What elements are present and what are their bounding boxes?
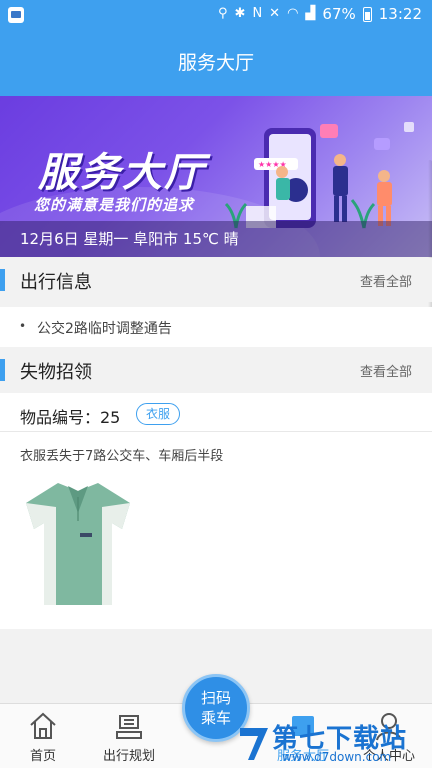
status-indicators: ⚲ ✱ N ✕ ◠ ▟ 67% 13:22 (218, 5, 422, 23)
section-accent-bar (0, 359, 5, 381)
notice-text: 公交2路临时调整通告 (37, 321, 172, 337)
travel-info-header: 出行信息 查看全部 (0, 258, 432, 302)
banner-slogan: 您的满意是我们的追求 (34, 196, 195, 214)
home-icon (30, 712, 56, 739)
item-description: 衣服丢失于7路公交车、车厢后半段 (20, 449, 224, 464)
travel-info-view-all-link[interactable]: 查看全部 (360, 271, 412, 290)
lost-found-header: 失物招领 查看全部 (0, 348, 432, 392)
travel-info-title: 出行信息 (20, 272, 92, 293)
divider (0, 431, 432, 432)
app-notification-icon (8, 7, 24, 23)
nav-home-label: 首页 (29, 749, 56, 764)
nav-route-planning[interactable]: 出行规划 (86, 704, 172, 768)
item-photo[interactable] (20, 477, 136, 609)
category-badge: 衣服 (136, 403, 181, 425)
app-header: ⚲ ✱ N ✕ ◠ ▟ 67% 13:22 服务大厅 (0, 0, 432, 96)
status-time: 13:22 (378, 5, 422, 23)
wifi-icon: ◠ (287, 6, 299, 21)
scan-label-line1: 扫码 (200, 689, 231, 707)
banner[interactable]: 服务大厅 您的满意是我们的追求 ★★★★ 12月6日 星期一 阜阳市 15℃ 晴 (0, 96, 432, 257)
bluetooth-icon: ✱ (234, 6, 246, 21)
nfc-icon: N (252, 6, 263, 21)
lost-found-title: 失物招领 (20, 362, 92, 383)
nav-home[interactable]: 首页 (0, 704, 86, 768)
bullet-icon: • (19, 319, 27, 333)
nav-route-label: 出行规划 (102, 749, 155, 764)
location-icon: ⚲ (218, 6, 228, 21)
route-icon (116, 715, 142, 739)
watermark-logo-icon (240, 728, 268, 760)
lost-item-card[interactable]: 物品编号：25 衣服 衣服丢失于7路公交车、车厢后半段 (0, 393, 432, 629)
watermark-url: www.d7down.com (282, 750, 392, 764)
status-bar: ⚲ ✱ N ✕ ◠ ▟ 67% 13:22 (0, 0, 432, 30)
signal-icon: ▟ (305, 6, 316, 21)
mute-icon: ✕ (269, 6, 281, 21)
watermark: 第七下载站 www.d7down.com (236, 718, 426, 768)
lost-found-view-all-link[interactable]: 查看全部 (360, 361, 412, 380)
battery-icon (362, 6, 372, 22)
weather-bar: 12月6日 星期一 阜阳市 15℃ 晴 (0, 221, 432, 257)
list-item[interactable]: • 公交2路临时调整通告 (0, 307, 432, 347)
section-accent-bar (0, 269, 5, 291)
battery-percent: 67% (322, 5, 356, 23)
item-number: 物品编号：25 (20, 408, 121, 427)
banner-title: 服务大厅 (38, 150, 206, 196)
page-title: 服务大厅 (177, 52, 254, 74)
